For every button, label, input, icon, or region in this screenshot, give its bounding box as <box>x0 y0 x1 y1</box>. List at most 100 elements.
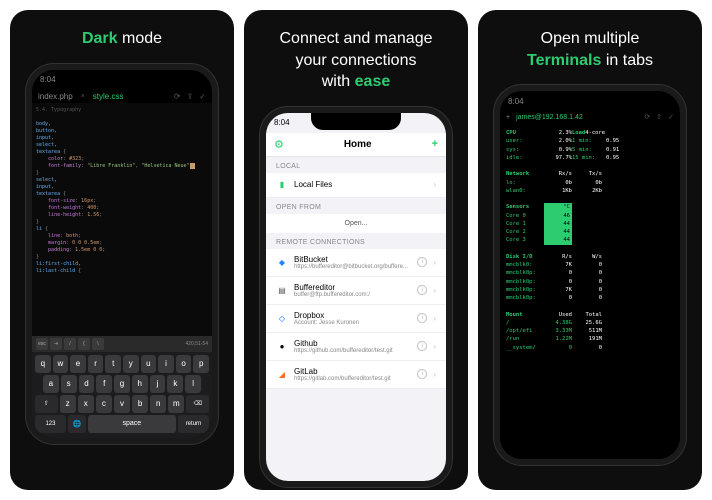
info-icon[interactable]: i <box>417 257 427 267</box>
service-icon: ◢ <box>276 368 288 380</box>
section-remote-label: REMOTE CONNECTIONS <box>266 233 446 249</box>
check-icon[interactable]: ✓ <box>668 113 674 121</box>
brace-key[interactable]: { <box>78 338 90 350</box>
key-p[interactable]: p <box>193 355 209 373</box>
slash-key[interactable]: / <box>64 338 76 350</box>
space-key[interactable]: space <box>88 415 176 433</box>
tab-index-php[interactable]: index.php <box>38 92 73 101</box>
key-w[interactable]: w <box>53 355 69 373</box>
notch <box>545 90 635 108</box>
info-icon[interactable]: i <box>417 313 427 323</box>
terminal-output[interactable]: CPU2.3% Load 4-coreuser:2.0% 1 min:0.95s… <box>500 123 680 459</box>
key-l[interactable]: l <box>185 375 201 393</box>
panel-title: Dark mode <box>72 28 172 50</box>
tab-key[interactable]: ⇥ <box>50 338 62 350</box>
connection-row[interactable]: ●Githubhttps://github.com/buffereditor/t… <box>266 333 446 361</box>
nav-header: ⚙ Home + <box>266 133 446 157</box>
accessory-toolbar: esc ⇥ / { \ 420,51-54 <box>32 336 212 352</box>
terminal-tabs: + james@192.168.1.42 ⟳ ⇪ ✓ <box>500 111 680 123</box>
plus-icon[interactable]: + <box>432 138 438 150</box>
key-r[interactable]: r <box>88 355 104 373</box>
panel-terminals: Open multiple Terminals in tabs 8:04 + j… <box>478 10 702 490</box>
key-j[interactable]: j <box>150 375 166 393</box>
key-⇧[interactable]: ⇧ <box>35 395 58 413</box>
chevron-right-icon: › <box>433 342 436 351</box>
chevron-right-icon: › <box>433 258 436 267</box>
chevron-right-icon: › <box>433 370 436 379</box>
page-title: Home <box>284 139 432 150</box>
export-icon[interactable]: ⇪ <box>187 92 194 101</box>
service-icon: ● <box>276 340 288 352</box>
connection-row[interactable]: ◆BitBuckethttps://buffereditor@bitbucket… <box>266 249 446 277</box>
key-v[interactable]: v <box>114 395 130 413</box>
export-icon[interactable]: ⇪ <box>656 113 662 121</box>
device-icon: ▮ <box>276 179 288 191</box>
gear-icon[interactable]: ⚙ <box>274 138 284 151</box>
key-z[interactable]: z <box>60 395 76 413</box>
screen: 8:04 ⚙ Home + LOCAL ▮ Local Files › OPEN… <box>266 113 446 481</box>
key-n[interactable]: n <box>150 395 166 413</box>
screen: 8:04 index.php × style.css ⟳ ⇪ ✓ 5.4. Ty… <box>32 70 212 438</box>
key-t[interactable]: t <box>105 355 121 373</box>
connection-row[interactable]: ▤Buffereditorbuffer@ftp.buffereditor.com… <box>266 277 446 305</box>
section-open-label: OPEN FROM <box>266 198 446 214</box>
add-tab-icon[interactable]: + <box>506 114 510 121</box>
key-⌫[interactable]: ⌫ <box>186 395 209 413</box>
service-icon: ◆ <box>276 256 288 268</box>
numbers-key[interactable]: 123 <box>35 415 66 433</box>
phone-mockup-1: 8:04 index.php × style.css ⟳ ⇪ ✓ 5.4. Ty… <box>26 64 218 444</box>
key-s[interactable]: s <box>61 375 77 393</box>
backslash-key[interactable]: \ <box>92 338 104 350</box>
info-icon[interactable]: i <box>417 285 427 295</box>
panel-dark-mode: Dark mode 8:04 index.php × style.css ⟳ ⇪… <box>10 10 234 490</box>
redo-icon[interactable]: ⟳ <box>644 113 650 121</box>
return-key[interactable]: return <box>178 415 209 433</box>
key-h[interactable]: h <box>132 375 148 393</box>
service-icon: ◇ <box>276 312 288 324</box>
key-x[interactable]: x <box>78 395 94 413</box>
key-e[interactable]: e <box>70 355 86 373</box>
tab-ssh[interactable]: james@192.168.1.42 <box>516 114 583 121</box>
panel-connections: Connect and manage your connections with… <box>244 10 468 490</box>
key-d[interactable]: d <box>79 375 95 393</box>
key-y[interactable]: y <box>123 355 139 373</box>
section-local-label: LOCAL <box>266 157 446 173</box>
connection-row[interactable]: ◢GitLabhttps://gitlab.com/buffereditor/t… <box>266 361 446 389</box>
key-q[interactable]: q <box>35 355 51 373</box>
open-button[interactable]: Open... <box>266 214 446 233</box>
phone-mockup-2: 8:04 ⚙ Home + LOCAL ▮ Local Files › OPEN… <box>260 107 452 487</box>
key-i[interactable]: i <box>158 355 174 373</box>
key-k[interactable]: k <box>167 375 183 393</box>
chevron-right-icon: › <box>433 286 436 295</box>
key-m[interactable]: m <box>168 395 184 413</box>
globe-key[interactable]: 🌐 <box>68 415 86 433</box>
tab-style-css[interactable]: style.css <box>93 92 124 101</box>
editor-tabs: index.php × style.css ⟳ ⇪ ✓ <box>32 90 212 103</box>
key-g[interactable]: g <box>114 375 130 393</box>
close-icon[interactable]: × <box>81 93 85 100</box>
title-accent: Terminals <box>527 52 601 69</box>
info-icon[interactable]: i <box>417 341 427 351</box>
key-b[interactable]: b <box>132 395 148 413</box>
service-icon: ▤ <box>276 284 288 296</box>
key-o[interactable]: o <box>176 355 192 373</box>
code-editor[interactable]: 5.4. Typography body, button, input, sel… <box>32 103 212 336</box>
key-f[interactable]: f <box>96 375 112 393</box>
chevron-right-icon: › <box>433 314 436 323</box>
key-a[interactable]: a <box>43 375 59 393</box>
screen: 8:04 + james@192.168.1.42 ⟳ ⇪ ✓ CPU2.3% … <box>500 91 680 459</box>
cursor-position: 420,51-54 <box>185 341 208 347</box>
info-icon[interactable]: i <box>417 369 427 379</box>
key-u[interactable]: u <box>141 355 157 373</box>
check-icon[interactable]: ✓ <box>199 92 206 101</box>
local-files-row[interactable]: ▮ Local Files › <box>266 173 446 198</box>
key-c[interactable]: c <box>96 395 112 413</box>
esc-key[interactable]: esc <box>36 338 48 350</box>
title-accent: Dark <box>82 30 118 47</box>
panel-title: Connect and manage your connections with… <box>270 28 443 93</box>
panel-title: Open multiple Terminals in tabs <box>517 28 663 71</box>
chevron-right-icon: › <box>433 180 436 189</box>
redo-icon[interactable]: ⟳ <box>174 92 181 101</box>
connection-row[interactable]: ◇DropboxAccount: Jesse Kuroneni› <box>266 305 446 333</box>
keyboard: qwertyuiop asdfghjkl ⇧zxcvbnm⌫ 123 🌐 spa… <box>32 352 212 438</box>
